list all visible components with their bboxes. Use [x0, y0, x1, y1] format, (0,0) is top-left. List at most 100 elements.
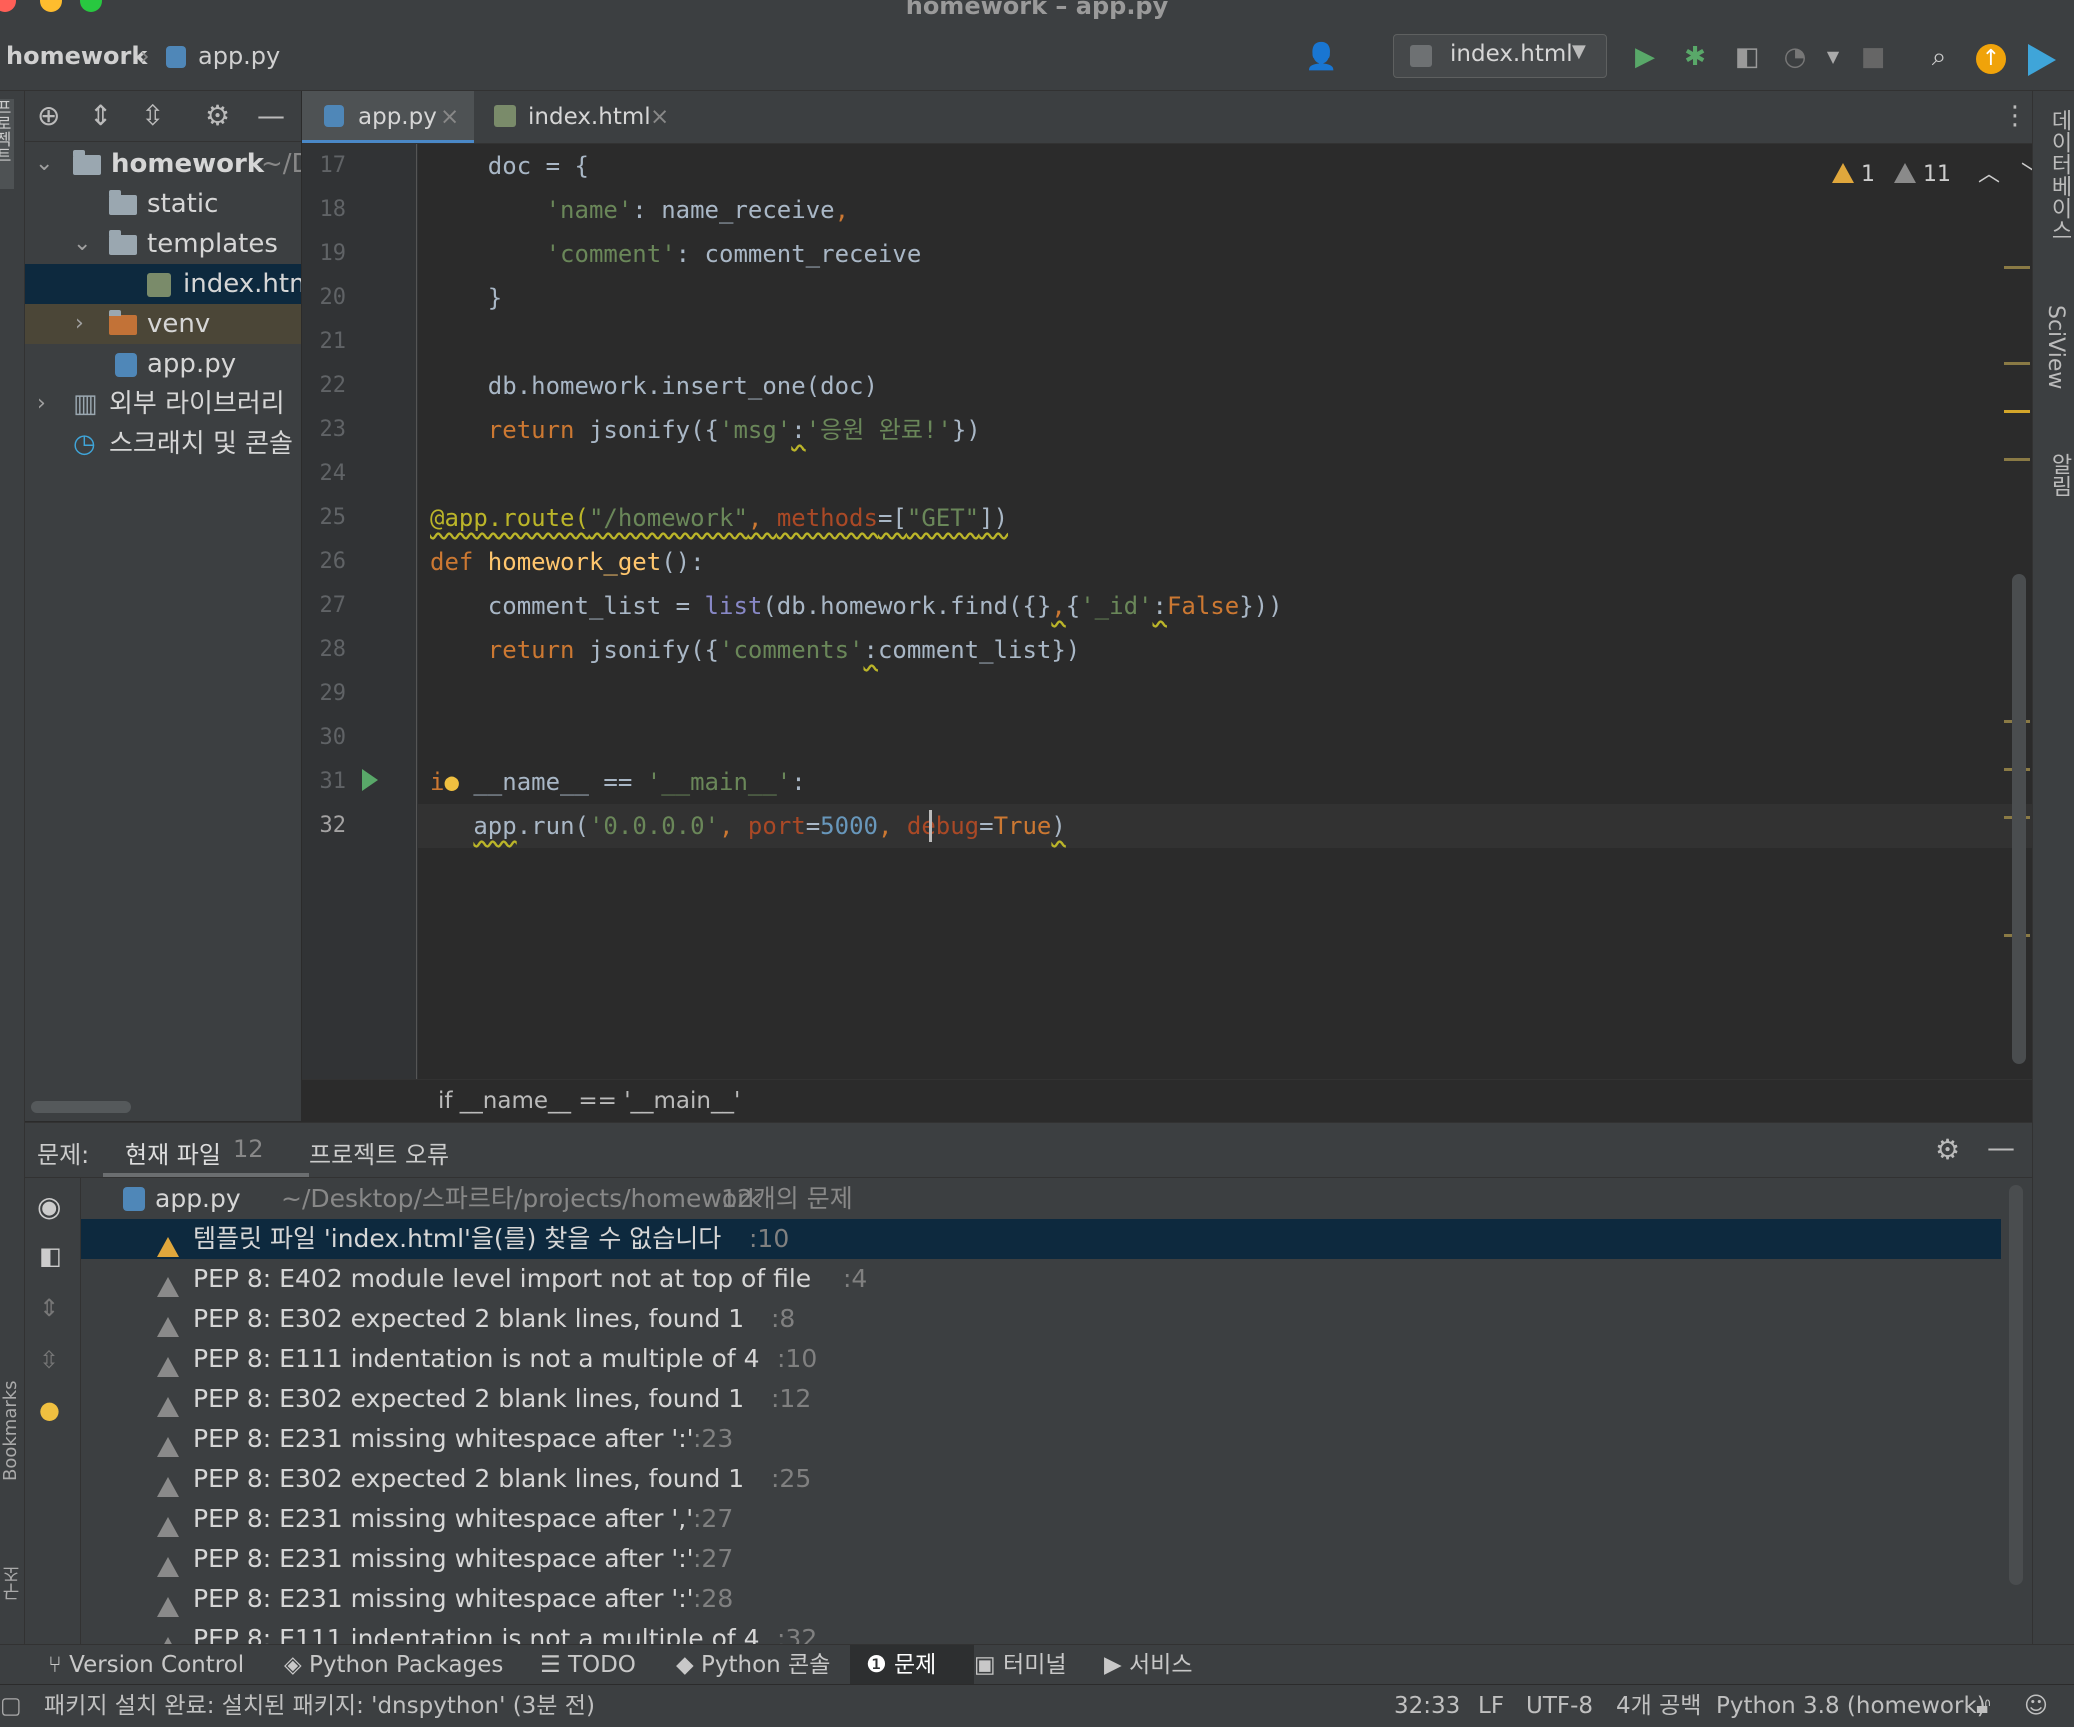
nav-project[interactable]: homework [6, 42, 147, 70]
coverage-icon[interactable]: ◧ [1732, 42, 1762, 72]
problem-item[interactable]: PEP 8: E402 module level import not at t… [81, 1259, 2001, 1299]
window-title: homework – app.py [905, 0, 1169, 20]
problem-text: PEP 8: E231 missing whitespace after ':' [193, 1584, 694, 1613]
close-tab-icon[interactable]: × [440, 91, 459, 143]
tree-item-app-py[interactable]: app.py [25, 344, 301, 384]
problem-line: :32 [777, 1624, 818, 1645]
collapse-all-icon[interactable]: ⇳ [39, 1346, 59, 1374]
tree-item-templates[interactable]: ⌄ templates [25, 224, 301, 264]
structure-tool-button[interactable]: 구조 [0, 1541, 23, 1601]
lock-icon[interactable]: 🔓︎ [1976, 1685, 1991, 1727]
preview-icon[interactable]: ◧ [39, 1242, 62, 1270]
gear-icon[interactable]: ⚙ [1935, 1133, 1960, 1166]
run-gutter-icon[interactable] [362, 769, 378, 791]
tab-current-file[interactable]: 현재 파일 12 [103, 1123, 309, 1177]
search-icon[interactable]: ⌕ [1924, 42, 1954, 72]
collapse-all-icon[interactable]: ⇳ [141, 99, 164, 132]
user-icon[interactable]: 👤 [1305, 42, 1337, 72]
tree-item-scratches[interactable]: ◷ 스크래치 및 콘솔 [25, 424, 301, 464]
problem-item[interactable]: 템플릿 파일 'index.html'을(를) 찾을 수 없습니다 :10 [81, 1219, 2001, 1259]
notifications-tool-button[interactable]: 알림 [2043, 453, 2074, 497]
nav-file[interactable]: app.py [198, 42, 280, 70]
expand-all-icon[interactable]: ⇕ [89, 99, 112, 132]
status-message[interactable]: 패키지 설치 완료: 설치된 패키지: 'dnspython' (3분 전) [44, 1685, 595, 1727]
problems-scrollbar[interactable] [2009, 1185, 2023, 1585]
python-interpreter[interactable]: Python 3.8 (homework) [1716, 1685, 1986, 1727]
eye-icon[interactable]: ◉ [37, 1190, 61, 1223]
problem-item[interactable]: PEP 8: E111 indentation is not a multipl… [81, 1339, 2001, 1379]
horizontal-scrollbar[interactable] [31, 1101, 131, 1113]
error-stripe-mark[interactable] [2004, 362, 2030, 365]
chevron-up-icon[interactable]: ︿ [1978, 162, 2000, 187]
run-icon[interactable]: ▶ [1630, 42, 1660, 72]
problem-item[interactable]: PEP 8: E231 missing whitespace after ':'… [81, 1579, 2001, 1619]
python-file-icon [166, 46, 186, 68]
error-stripe-mark[interactable] [2004, 458, 2030, 461]
tab-label: app.py [358, 104, 437, 130]
close-tab-icon[interactable]: × [650, 91, 669, 143]
line-number: 32 [319, 813, 347, 838]
database-tool-button[interactable]: 데이터베이스 [2043, 109, 2074, 241]
caret-position[interactable]: 32:33 [1394, 1685, 1460, 1727]
breadcrumb-item[interactable]: if __name__ == '__main__' [438, 1088, 740, 1114]
navigation-bar: homework › app.py 👤 index.html ▼ ▶ ✱ ◧ ◔… [0, 20, 2074, 91]
file-encoding[interactable]: UTF-8 [1526, 1685, 1593, 1727]
hide-panel-icon[interactable]: — [1987, 1131, 2015, 1164]
more-tabs-icon[interactable]: ⋮ [2002, 101, 2028, 131]
problems-file-node[interactable]: app.py ~/Desktop/스파르타/projects/homework … [81, 1179, 2001, 1219]
vertical-scrollbar[interactable] [2012, 574, 2026, 1064]
chevron-right-icon: › [37, 391, 46, 416]
toolwindow-problems[interactable]: ❶ 문제 [850, 1645, 974, 1685]
locate-icon[interactable]: ⊕ [37, 99, 60, 132]
gear-icon[interactable]: ⚙ [205, 99, 230, 132]
toolwindow-version-control[interactable]: ⑂ Version Control [48, 1645, 244, 1685]
bookmarks-tool-button[interactable]: Bookmarks [0, 1351, 21, 1481]
problem-item[interactable]: PEP 8: E302 expected 2 blank lines, foun… [81, 1379, 2001, 1419]
more-run-options-icon[interactable]: ▼ [1818, 42, 1848, 72]
run-config-selector[interactable]: index.html ▼ [1393, 34, 1607, 78]
debug-icon[interactable]: ✱ [1680, 42, 1710, 72]
tab-app-py[interactable]: app.py × [302, 91, 474, 143]
toolwindow-todo[interactable]: ☰ TODO [540, 1645, 636, 1685]
tree-item-index-html[interactable]: index.htm [25, 264, 301, 304]
indent-setting[interactable]: 4개 공백 [1616, 1685, 1701, 1727]
problem-text: PEP 8: E231 missing whitespace after ':' [193, 1544, 694, 1573]
error-stripe-mark[interactable] [2004, 410, 2030, 413]
problem-item[interactable]: PEP 8: E302 expected 2 blank lines, foun… [81, 1459, 2001, 1499]
code-line-20: } [430, 276, 502, 320]
toolwindow-terminal[interactable]: ▣ 터미널 [974, 1645, 1067, 1685]
lightbulb-icon[interactable]: ● [444, 768, 458, 796]
problem-item[interactable]: PEP 8: E231 missing whitespace after ':'… [81, 1539, 2001, 1579]
tree-item-external-libraries[interactable]: › ▥ 외부 라이브러리 [25, 384, 301, 424]
tree-item-venv[interactable]: › venv [25, 304, 301, 344]
problem-item[interactable]: PEP 8: E111 indentation is not a multipl… [81, 1619, 2001, 1645]
tab-project-errors[interactable]: 프로젝트 오류 [309, 1135, 449, 1170]
tree-item-static[interactable]: static [25, 184, 301, 224]
jetbrains-logo-icon[interactable] [2028, 44, 2056, 76]
toolwindow-services[interactable]: ▶ 서비스 [1104, 1645, 1192, 1685]
update-icon[interactable]: ↑ [1976, 44, 2006, 74]
error-stripe-mark[interactable] [2004, 266, 2030, 269]
problem-item[interactable]: PEP 8: E302 expected 2 blank lines, foun… [81, 1299, 2001, 1339]
project-tool-button[interactable]: 프로젝트 [0, 99, 14, 189]
problem-item[interactable]: PEP 8: E231 missing whitespace after ','… [81, 1499, 2001, 1539]
tree-item-homework[interactable]: ⌄ homework ~/D [25, 144, 301, 184]
inspector-icon[interactable]: ☺︎ [2024, 1685, 2048, 1727]
expand-all-icon[interactable]: ⇕ [39, 1294, 59, 1322]
layout-icon[interactable]: ▢ [0, 1685, 22, 1727]
toolwindow-python-packages[interactable]: ◈ Python Packages [284, 1645, 503, 1685]
problem-text: PEP 8: E231 missing whitespace after ',' [193, 1504, 694, 1533]
profile-icon[interactable]: ◔ [1780, 42, 1810, 72]
toolwindow-python-console[interactable]: ◆ Python 콘솔 [676, 1645, 830, 1685]
hide-panel-icon[interactable]: — [257, 99, 285, 132]
toolwindow-label: Python 콘솔 [701, 1652, 831, 1678]
lightbulb-icon[interactable]: ● [39, 1396, 60, 1424]
inspection-widget[interactable]: 1 11 ︿ ﹀ [1832, 156, 2043, 188]
stop-icon[interactable]: ■ [1858, 42, 1888, 72]
code-line-28: return jsonify({'comments':comment_list}… [430, 628, 1080, 672]
tab-index-html[interactable]: index.html × [482, 91, 682, 143]
line-separator[interactable]: LF [1478, 1685, 1504, 1727]
problem-item[interactable]: PEP 8: E231 missing whitespace after ':'… [81, 1419, 2001, 1459]
code-editor[interactable]: 17 18 19 20 21 22 23 24 25 26 27 28 29 3… [302, 144, 2043, 1079]
sciview-tool-button[interactable]: SciView [2043, 305, 2068, 389]
